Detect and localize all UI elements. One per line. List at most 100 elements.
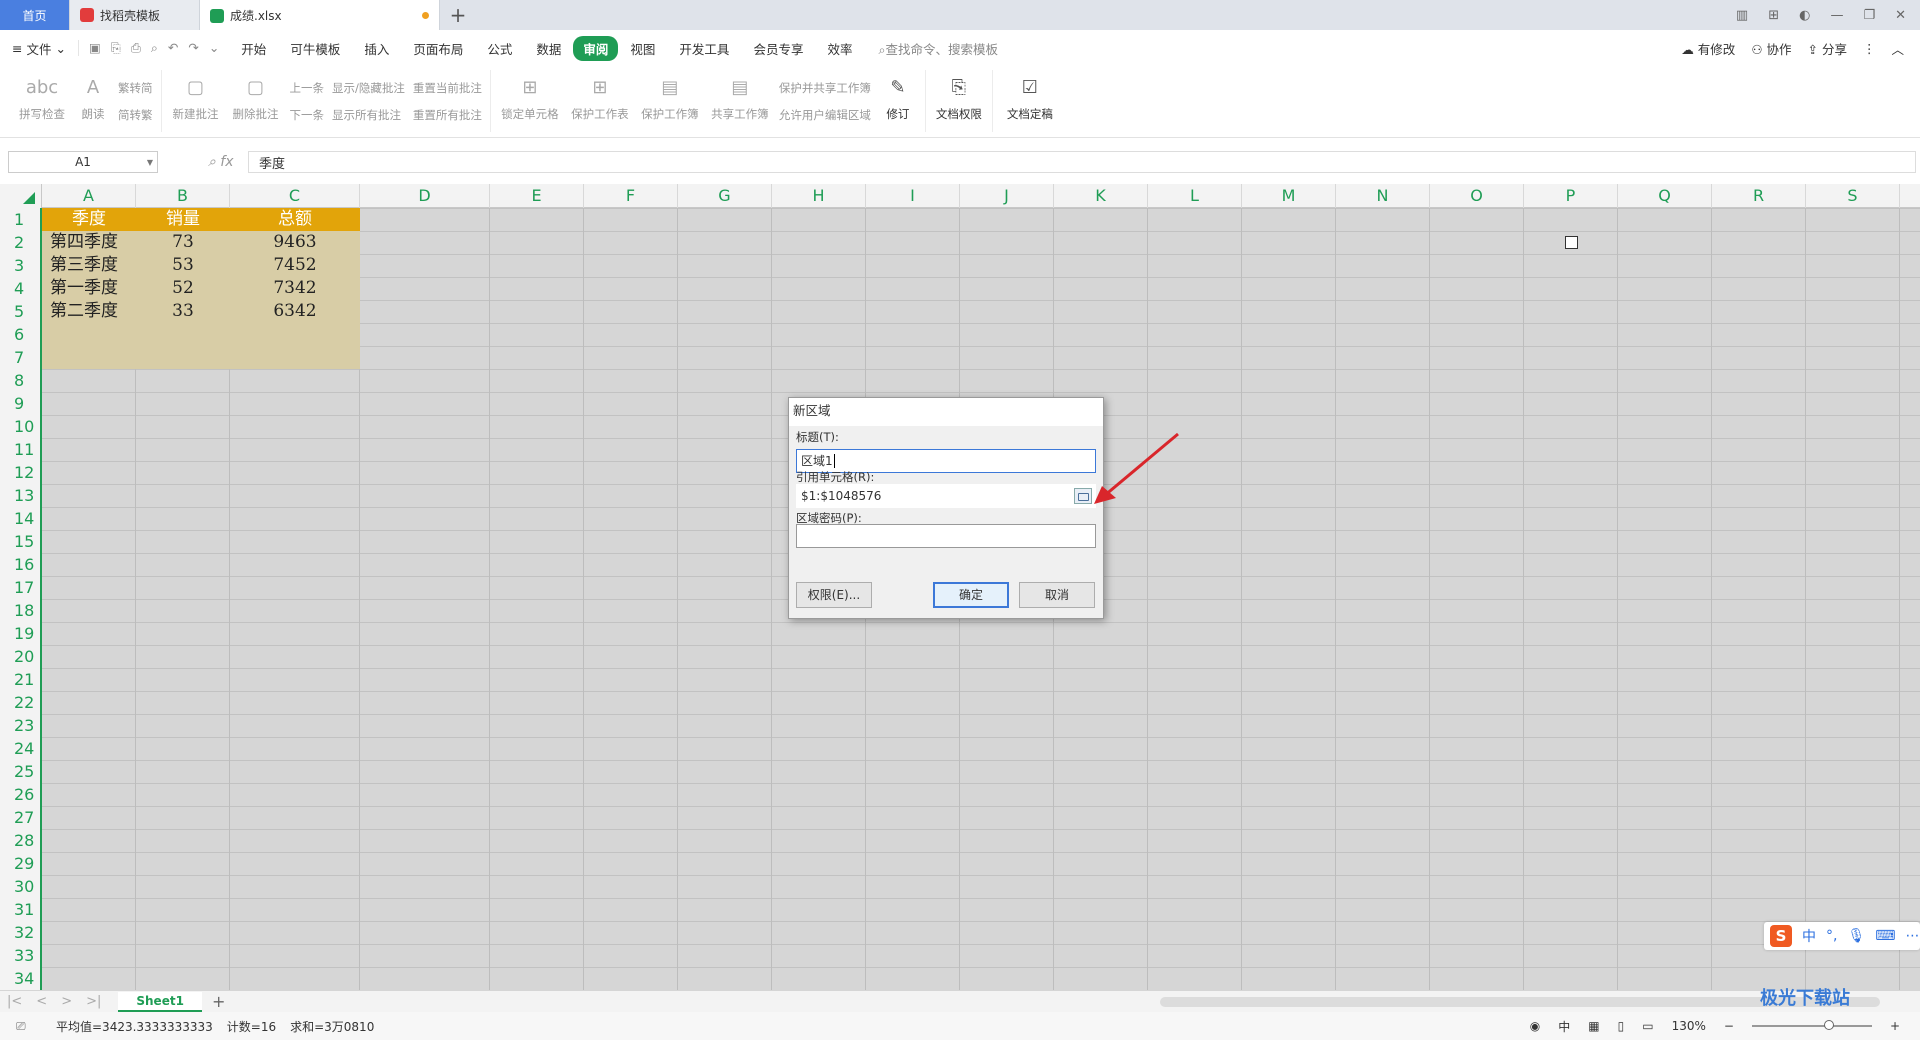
new-tab-button[interactable]: + (440, 0, 476, 30)
permission-button[interactable]: 权限(E)... (796, 582, 872, 608)
row-header[interactable]: 20 (0, 645, 40, 668)
column-header[interactable]: S (1806, 184, 1900, 208)
revise-button[interactable]: ✎ 修订 (875, 70, 921, 132)
doc-final-button[interactable]: ☑ 文档定稿 (997, 70, 1063, 132)
save-icon[interactable]: ▣ (89, 40, 101, 56)
row-header[interactable]: 18 (0, 599, 40, 622)
normal-view-icon[interactable]: ▦ (1588, 1019, 1599, 1033)
minimize-icon[interactable]: — (1830, 8, 1843, 23)
column-header[interactable]: B (136, 184, 230, 208)
show-all-comments-button[interactable]: 显示所有批注 (332, 107, 405, 123)
input-lang[interactable]: 中 (1558, 1018, 1570, 1035)
row-header[interactable]: 29 (0, 852, 40, 875)
table-cell[interactable]: 第二季度 (42, 300, 136, 323)
ref-input[interactable]: $1:$1048576 (796, 484, 1096, 508)
collapse-ribbon-icon[interactable]: ︿ (1891, 39, 1904, 58)
column-header[interactable]: I (866, 184, 960, 208)
restore-icon[interactable]: ❐ (1863, 8, 1875, 23)
menu-developer[interactable]: 开发工具 (667, 36, 741, 61)
protect-share-button[interactable]: 保护并共享工作簿 (779, 80, 871, 96)
select-all-corner[interactable] (0, 184, 42, 208)
ime-menu-icon[interactable]: ⋯ (1905, 928, 1919, 944)
prev-sheet-icon[interactable]: < (29, 994, 54, 1009)
fx-icon[interactable]: ⌕ fx (208, 154, 248, 170)
row-header[interactable]: 33 (0, 944, 40, 967)
table-cell[interactable]: 7452 (230, 254, 360, 277)
row-header[interactable]: 30 (0, 875, 40, 898)
delete-comment-button[interactable]: ▢ 删除批注 (226, 70, 286, 132)
column-header[interactable]: Q (1618, 184, 1712, 208)
row-header[interactable]: 14 (0, 507, 40, 530)
row-header[interactable]: 1 (0, 208, 40, 231)
avatar[interactable]: ◐ (1799, 8, 1810, 23)
reset-all-comments-button[interactable]: 重置所有批注 (413, 107, 482, 123)
zoom-slider[interactable] (1751, 1020, 1872, 1030)
row-header[interactable]: 11 (0, 438, 40, 461)
table-cell[interactable]: 6342 (230, 300, 360, 323)
read-aloud-button[interactable]: A 朗读 (72, 70, 114, 132)
row-header[interactable]: 10 (0, 415, 40, 438)
sogou-logo-icon[interactable]: S (1770, 925, 1792, 947)
more-menu-icon[interactable]: ⋮ (1863, 41, 1876, 56)
row-header[interactable]: 17 (0, 576, 40, 599)
row-header[interactable]: 32 (0, 921, 40, 944)
prev-comment-button[interactable]: 上一条 (290, 80, 325, 96)
table-cell[interactable]: 33 (136, 300, 230, 323)
row-header[interactable]: 15 (0, 530, 40, 553)
row-header[interactable]: 7 (0, 346, 40, 369)
column-header[interactable]: N (1336, 184, 1430, 208)
zoom-in-icon[interactable]: + (1890, 1019, 1900, 1033)
modified-button[interactable]: ☁ 有修改 (1681, 39, 1735, 58)
row-header[interactable]: 16 (0, 553, 40, 576)
menu-formulas[interactable]: 公式 (475, 36, 524, 61)
print-icon[interactable]: ⎙ (131, 40, 141, 56)
next-comment-button[interactable]: 下一条 (290, 107, 325, 123)
checkbox[interactable] (1565, 236, 1578, 249)
table-cell[interactable]: 第三季度 (42, 254, 136, 277)
lock-cell-button[interactable]: ⊞ 锁定单元格 (495, 70, 565, 132)
sheet-tab-sheet1[interactable]: Sheet1 (118, 991, 202, 1012)
menu-member[interactable]: 会员专享 (741, 36, 815, 61)
row-header[interactable]: 21 (0, 668, 40, 691)
name-box[interactable]: A1 ▼ (8, 151, 158, 173)
share-book-button[interactable]: ▤ 共享工作簿 (705, 70, 775, 132)
column-header[interactable]: L (1148, 184, 1242, 208)
row-header[interactable]: 23 (0, 714, 40, 737)
menu-review[interactable]: 审阅 (573, 35, 619, 61)
preview-icon[interactable]: ⌕ (151, 40, 158, 56)
show-hide-comment-button[interactable]: 显示/隐藏批注 (332, 80, 405, 96)
column-header[interactable]: C (230, 184, 360, 208)
undo-icon[interactable]: ↶ (168, 40, 178, 56)
column-header[interactable]: H (772, 184, 866, 208)
macro-icon[interactable]: ⎚ (16, 1019, 26, 1034)
zoom-slider-knob[interactable] (1823, 1020, 1834, 1030)
ime-punct-toggle[interactable]: °, (1826, 928, 1837, 944)
protect-book-button[interactable]: ▤ 保护工作簿 (635, 70, 705, 132)
add-sheet-button[interactable]: + (202, 992, 235, 1011)
column-header[interactable]: M (1242, 184, 1336, 208)
tab-template[interactable]: 找稻壳模板 (70, 0, 200, 30)
row-header[interactable]: 9 (0, 392, 40, 415)
row-header[interactable]: 19 (0, 622, 40, 645)
menu-start[interactable]: 开始 (229, 36, 278, 61)
column-header[interactable]: P (1524, 184, 1618, 208)
password-input[interactable] (796, 524, 1096, 548)
table-cell[interactable]: 7342 (230, 277, 360, 300)
menu-view[interactable]: 视图 (618, 36, 667, 61)
table-cell[interactable]: 73 (136, 231, 230, 254)
zoom-level[interactable]: 130% (1672, 1019, 1706, 1033)
row-header[interactable]: 4 (0, 277, 40, 300)
share-button[interactable]: ⇪ 分享 (1808, 39, 1847, 58)
row-header[interactable]: 6 (0, 323, 40, 346)
new-comment-button[interactable]: ▢ 新建批注 (166, 70, 226, 132)
menu-insert[interactable]: 插入 (352, 36, 401, 61)
menu-page-layout[interactable]: 页面布局 (401, 36, 475, 61)
row-header[interactable]: 22 (0, 691, 40, 714)
allow-edit-range-button[interactable]: 允许用户编辑区域 (779, 107, 871, 123)
layout-icon[interactable]: ▥ (1736, 8, 1748, 23)
protect-sheet-button[interactable]: ⊞ 保护工作表 (565, 70, 635, 132)
row-header[interactable]: 25 (0, 760, 40, 783)
zoom-out-icon[interactable]: − (1724, 1019, 1734, 1033)
column-header[interactable]: G (678, 184, 772, 208)
column-header[interactable]: J (960, 184, 1054, 208)
